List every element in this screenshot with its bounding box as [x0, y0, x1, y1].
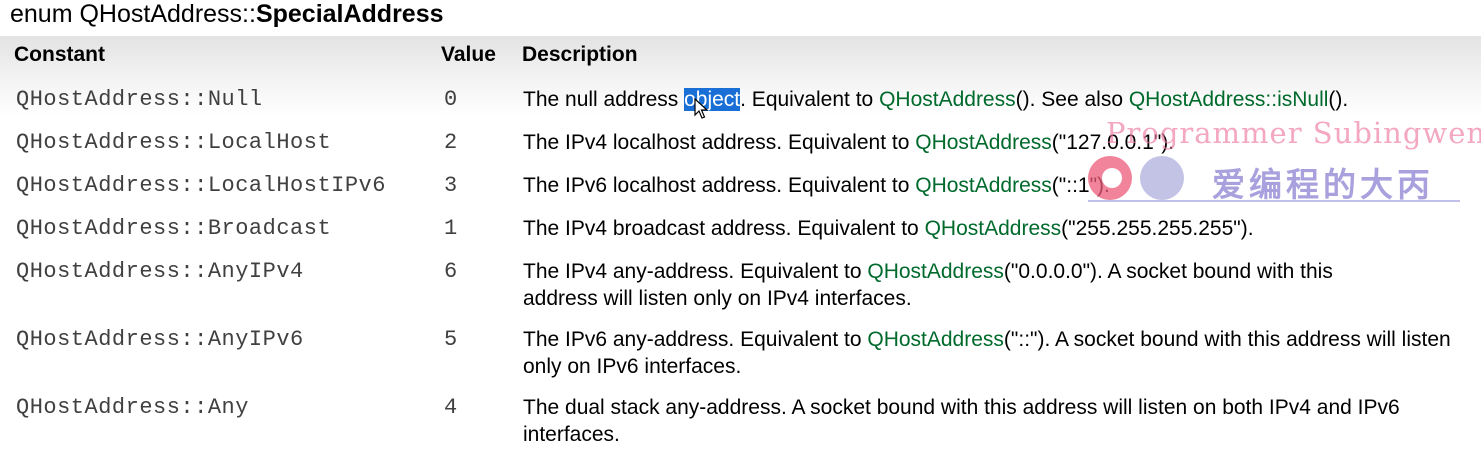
- isnull-link[interactable]: QHostAddress::isNull: [1129, 88, 1329, 111]
- desc-text: (). See also: [1015, 88, 1129, 111]
- desc-text: The dual stack any-address. A socket bou…: [523, 396, 1400, 446]
- constant-cell: QHostAddress::Any: [16, 395, 249, 420]
- value-cell: 5: [444, 327, 458, 352]
- constant-cell: QHostAddress::LocalHostIPv6: [16, 173, 386, 198]
- qhostaddress-link[interactable]: QHostAddress: [867, 260, 1004, 283]
- watermark: Programmer Subingwen.cn 爱编程的大丙: [1088, 112, 1481, 204]
- circle-logo-icon: [1140, 156, 1184, 200]
- constant-cell: QHostAddress::Broadcast: [16, 216, 332, 241]
- page-title: enum QHostAddress::SpecialAddress: [10, 0, 444, 29]
- arrow-cursor-icon: [694, 98, 708, 119]
- description-cell: The null address object. Equivalent to Q…: [523, 86, 1468, 113]
- description-cell: The IPv4 any-address. Equivalent to QHos…: [523, 258, 1403, 312]
- value-cell: 1: [444, 216, 458, 241]
- description-cell: The IPv6 any-address. Equivalent to QHos…: [523, 326, 1468, 380]
- value-cell: 3: [444, 173, 458, 198]
- qhostaddress-link[interactable]: QHostAddress: [915, 131, 1052, 154]
- selected-text[interactable]: object: [684, 88, 741, 111]
- desc-text: The null address: [523, 88, 685, 111]
- column-header-description: Description: [522, 43, 638, 66]
- qhostaddress-link[interactable]: QHostAddress: [867, 328, 1004, 351]
- avatar-logo-icon: [1088, 156, 1132, 200]
- constant-cell: QHostAddress::AnyIPv6: [16, 327, 304, 352]
- value-cell: 0: [444, 87, 458, 112]
- desc-text: The IPv4 broadcast address. Equivalent t…: [523, 217, 925, 240]
- column-header-value: Value: [441, 43, 496, 66]
- desc-text: . Equivalent to: [740, 88, 880, 111]
- constant-cell: QHostAddress::AnyIPv4: [16, 259, 304, 284]
- value-cell: 2: [444, 130, 458, 155]
- watermark-bottom-text: 爱编程的大丙: [1212, 165, 1434, 204]
- value-cell: 6: [444, 259, 458, 284]
- watermark-underline: [1088, 200, 1460, 202]
- desc-text: ("255.255.255.255").: [1061, 217, 1254, 240]
- description-cell: The IPv4 broadcast address. Equivalent t…: [523, 215, 1468, 242]
- constant-cell: QHostAddress::Null: [16, 87, 263, 112]
- constant-cell: QHostAddress::LocalHost: [16, 130, 332, 155]
- title-name: SpecialAddress: [255, 0, 444, 28]
- desc-text: The IPv4 any-address. Equivalent to: [523, 260, 868, 283]
- value-cell: 4: [444, 395, 458, 420]
- qhostaddress-link[interactable]: QHostAddress: [879, 88, 1016, 111]
- title-prefix: enum QHostAddress::: [10, 0, 256, 28]
- desc-text: The IPv6 any-address. Equivalent to: [523, 328, 868, 351]
- description-cell: The dual stack any-address. A socket bou…: [523, 394, 1468, 448]
- qhostaddress-link[interactable]: QHostAddress: [925, 217, 1062, 240]
- column-header-constant: Constant: [14, 43, 105, 66]
- desc-text: The IPv4 localhost address. Equivalent t…: [523, 131, 916, 154]
- watermark-top-text: Programmer Subingwen.cn: [1106, 116, 1481, 150]
- qhostaddress-link[interactable]: QHostAddress: [915, 174, 1052, 197]
- desc-text: The IPv6 localhost address. Equivalent t…: [523, 174, 916, 197]
- desc-text: ().: [1328, 88, 1349, 111]
